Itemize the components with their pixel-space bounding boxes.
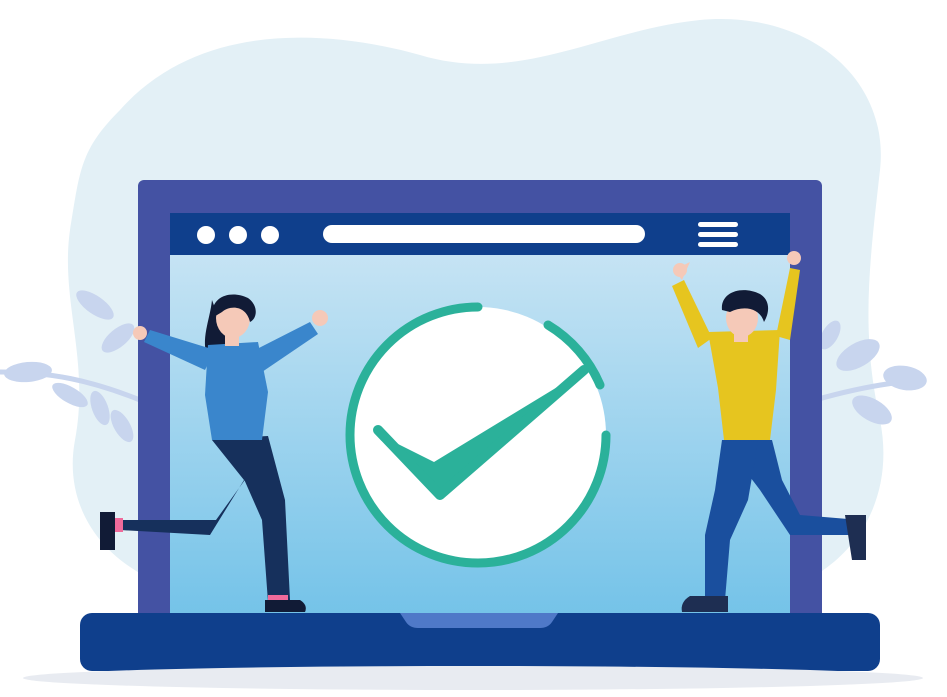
hamburger-menu-icon[interactable] (698, 222, 738, 247)
laptop-shadow (23, 666, 923, 690)
address-bar[interactable] (323, 225, 645, 243)
three-dots-icon[interactable] (197, 226, 279, 244)
laptop-notch (400, 613, 558, 628)
check-circle-icon (345, 302, 611, 568)
celebration-illustration (0, 19, 927, 690)
